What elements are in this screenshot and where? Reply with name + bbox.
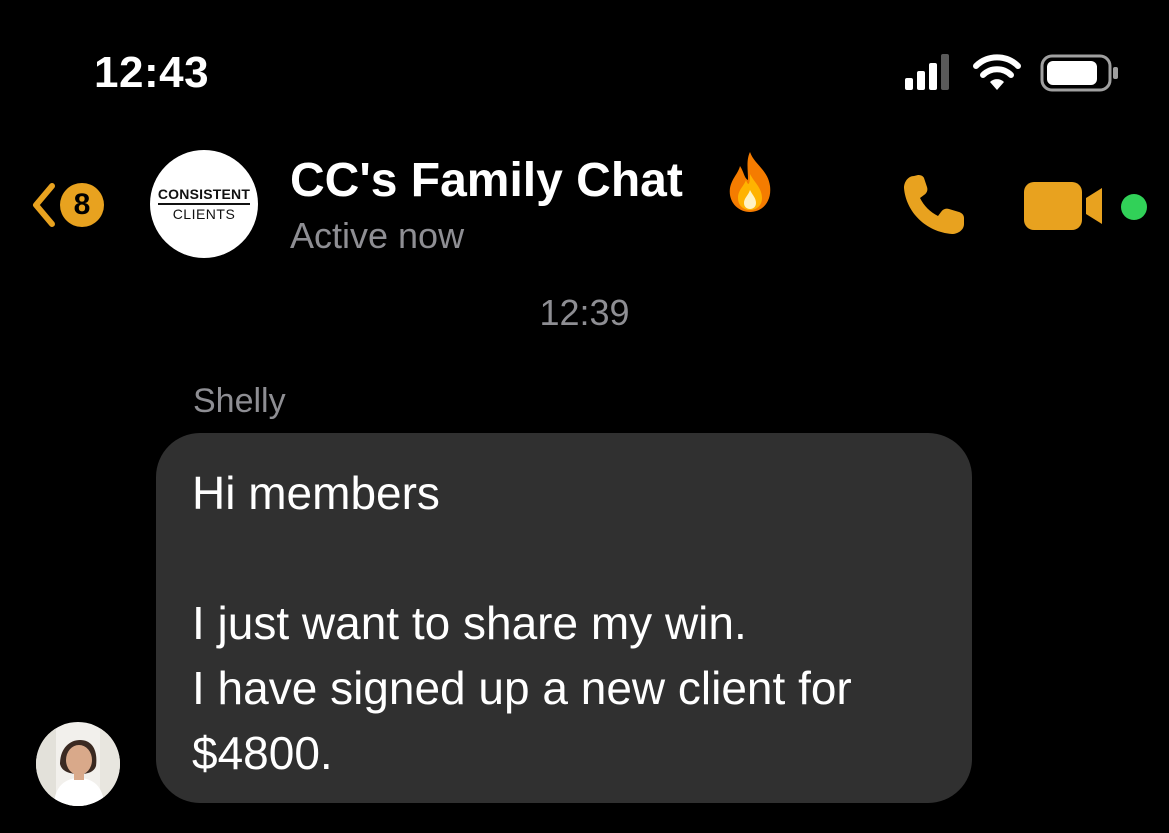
message-timestamp: 12:39: [539, 292, 630, 333]
logo-text-line1: CONSISTENT: [157, 186, 251, 205]
chevron-left-icon: [33, 183, 55, 227]
message-line-blank: [192, 526, 936, 591]
signal-icon: [905, 54, 949, 90]
status-time: 12:43: [94, 48, 210, 97]
video-icon[interactable]: [1022, 180, 1110, 232]
wifi-icon: [973, 54, 1021, 90]
group-avatar[interactable]: CONSISTENT CLIENTS: [150, 150, 258, 258]
chat-title[interactable]: CC's Family Chat: [290, 153, 683, 208]
call-icon[interactable]: [900, 172, 970, 238]
online-indicator: [1121, 194, 1147, 220]
unread-count-badge: 8: [60, 183, 104, 227]
back-button[interactable]: 8: [28, 180, 104, 230]
message-line: Hi members: [192, 467, 440, 519]
message-line: $4800.: [192, 727, 333, 779]
active-status: Active now: [290, 215, 465, 256]
sender-avatar[interactable]: [36, 722, 120, 806]
fire-icon: [729, 152, 771, 212]
message-bubble[interactable]: Hi members I just want to share my win. …: [156, 433, 972, 803]
sender-name: Shelly: [193, 382, 286, 420]
messenger-chat-screen: 12:43 8 CONSISTENT CLIENTS CC's Family C…: [0, 0, 1169, 833]
message-line: I have signed up a new client for: [192, 662, 852, 714]
logo-text-line2: CLIENTS: [172, 205, 236, 222]
battery-icon: [1040, 54, 1118, 92]
message-line: I just want to share my win.: [192, 597, 747, 649]
